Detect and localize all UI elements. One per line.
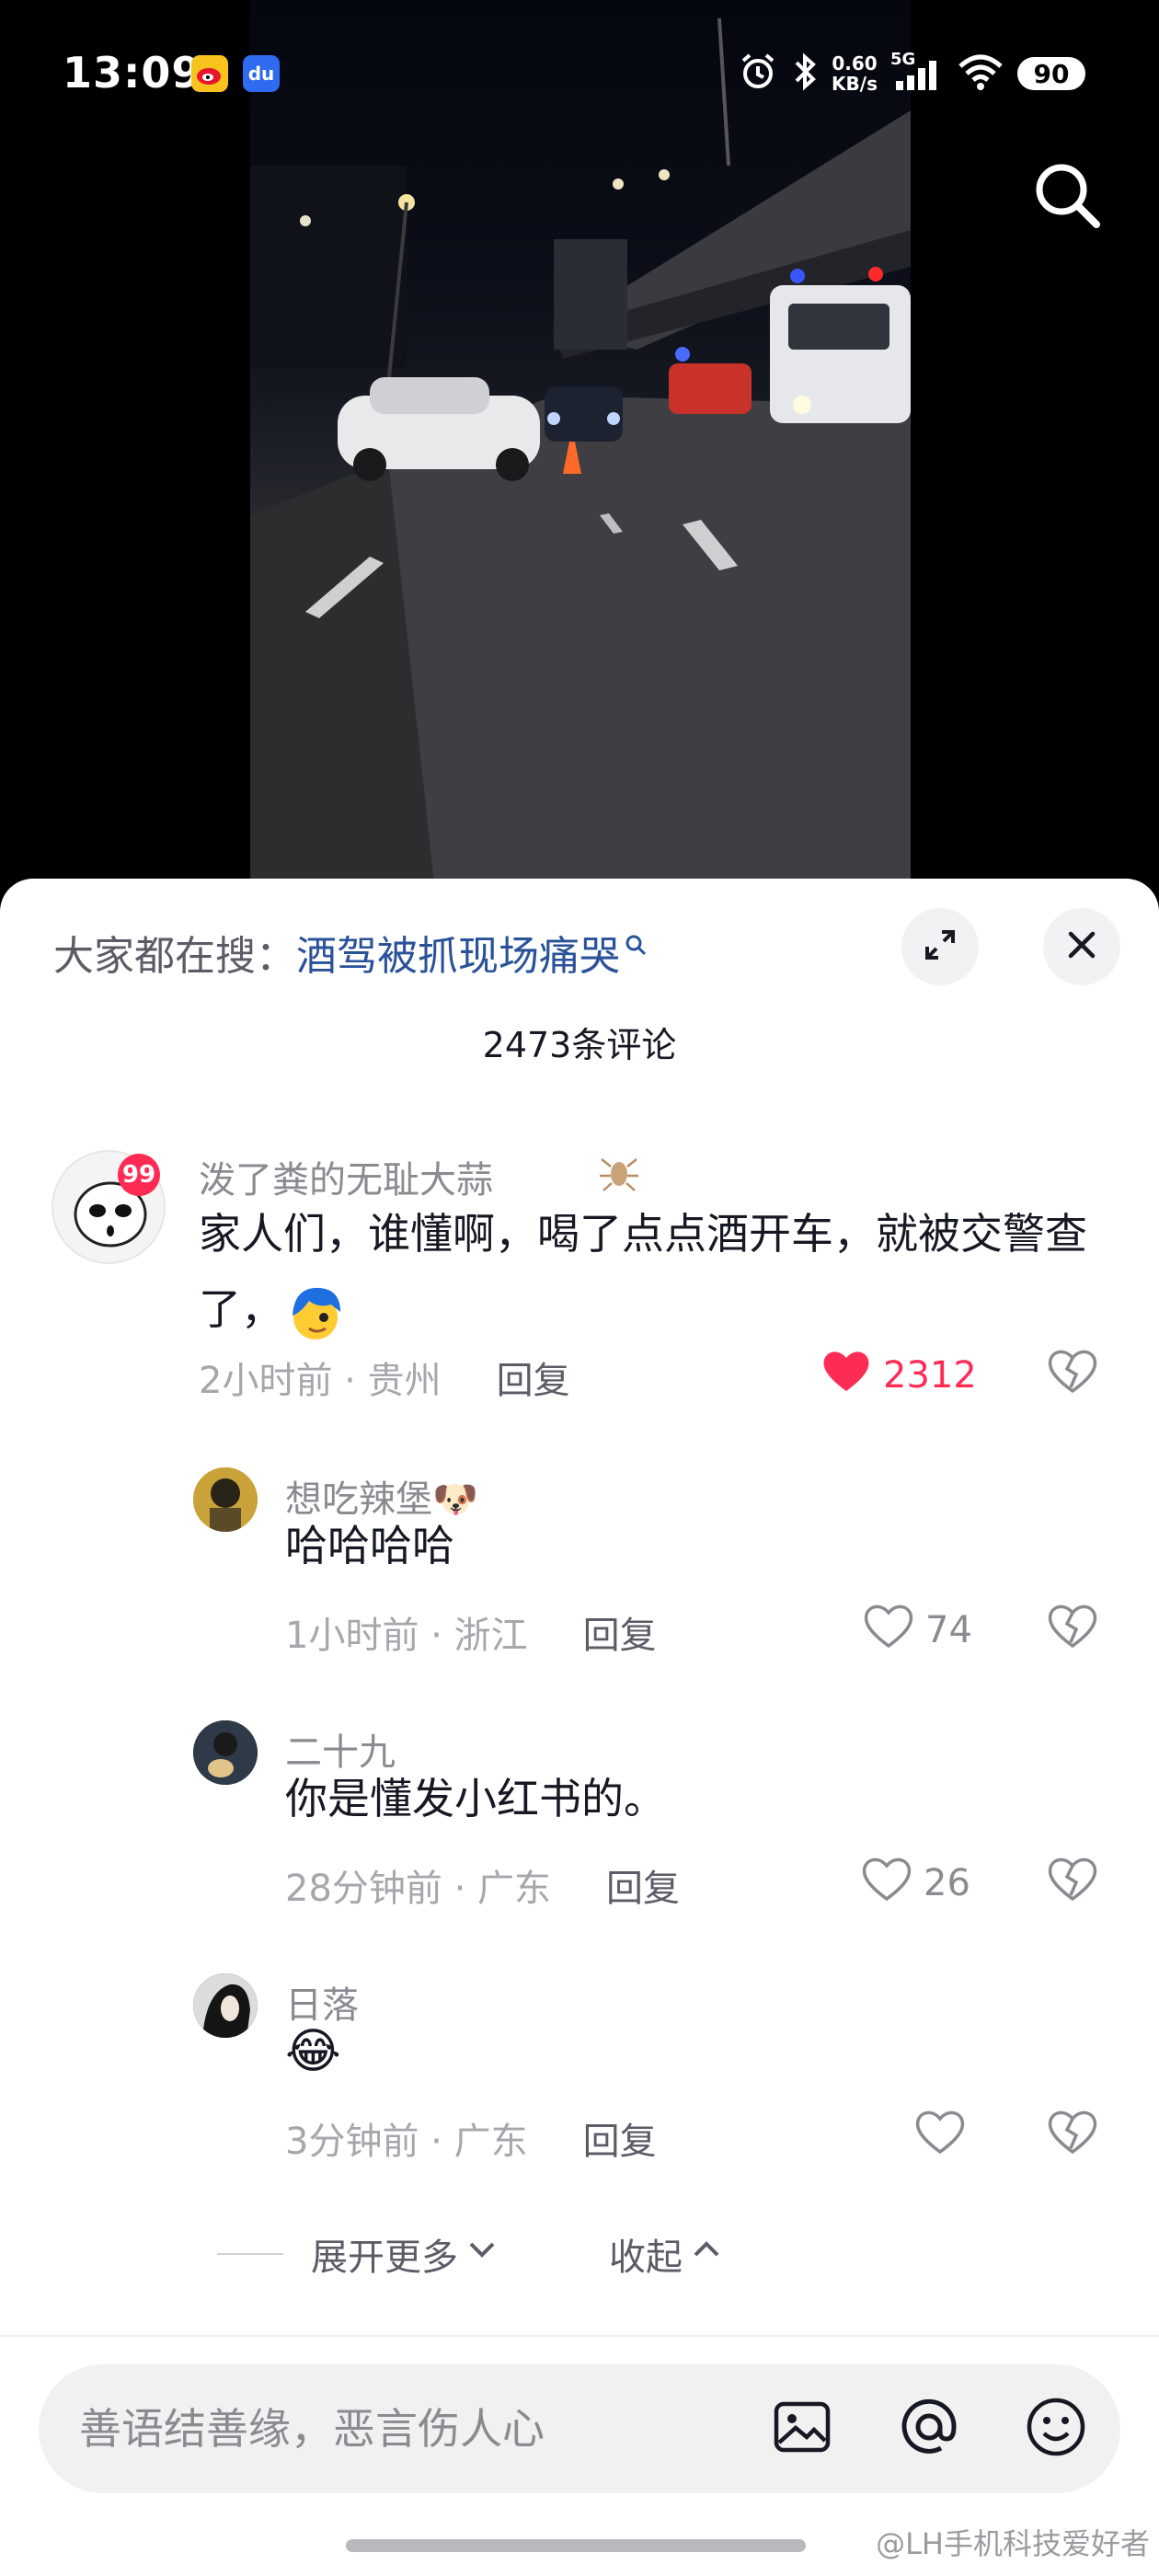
- expand-more-button[interactable]: 展开更多: [311, 2227, 499, 2281]
- broken-heart-icon: [1047, 1347, 1098, 1398]
- comment-input-bar: [39, 2364, 1120, 2493]
- dislike-button[interactable]: [1045, 2106, 1100, 2161]
- like-button[interactable]: 74: [863, 1602, 972, 1659]
- like-count: 74: [925, 1609, 972, 1651]
- reply-button[interactable]: 回复: [583, 1605, 657, 1659]
- comment-item: 99 泼了粪的无耻大蒜 家人们，谁懂啊，喝了点点酒开车，就被交警查了， 2小时前…: [0, 1141, 1159, 1435]
- reply-button[interactable]: 回复: [497, 1351, 570, 1404]
- replies-controls: 展开更多 收起: [217, 2226, 723, 2282]
- trending-search: 大家都在搜： 酒驾被抓现场痛哭: [53, 915, 648, 989]
- chevron-up-icon: [690, 2233, 723, 2275]
- wifi-icon: [957, 52, 1004, 96]
- broken-heart-icon: [1047, 2108, 1098, 2159]
- like-button[interactable]: 2312: [820, 1347, 977, 1404]
- mention-button[interactable]: [892, 2392, 966, 2466]
- reply-button[interactable]: 回复: [606, 1858, 680, 1912]
- reply-item: 想吃辣堡🐶 哈哈哈哈 1小时前 · 浙江 回复 74: [0, 1467, 1159, 1707]
- dislike-button[interactable]: [1045, 1600, 1100, 1655]
- avatar[interactable]: [193, 1467, 258, 1532]
- search-small-icon: [624, 920, 648, 967]
- reply-item: 二十九 你是懂发小红书的。 28分钟前 · 广东 回复 26: [0, 1720, 1159, 1960]
- comment-meta: 28分钟前 · 广东 回复: [285, 1858, 680, 1912]
- comment-count: 2473条评论: [482, 1025, 677, 1065]
- heart-outline-icon: [861, 1855, 912, 1912]
- status-indicators: 0.60 KB/s 5G 90: [738, 48, 1085, 99]
- dislike-button[interactable]: [1045, 1853, 1100, 1908]
- comment-meta: 3分钟前 · 广东 回复: [285, 2111, 657, 2165]
- comment-meta: 2小时前 · 贵州 回复: [199, 1351, 570, 1404]
- comment-input[interactable]: [79, 2364, 723, 2493]
- like-count: 2312: [883, 1354, 977, 1397]
- image-button[interactable]: [765, 2392, 839, 2466]
- comment-time-location: 1小时前 · 浙江: [285, 1615, 528, 1657]
- comment-meta: 1小时前 · 浙江 回复: [285, 1605, 657, 1659]
- like-button[interactable]: 26: [861, 1855, 970, 1912]
- status-time: 13:09: [63, 48, 202, 98]
- like-button[interactable]: [914, 2108, 977, 2165]
- smiley-icon: [1024, 2395, 1088, 2463]
- search-button[interactable]: [1027, 156, 1107, 237]
- video-area[interactable]: 13:09 du 0.60 KB/s 5G 90: [0, 0, 1159, 892]
- collapse-label: 收起: [609, 2237, 683, 2279]
- alarm-icon: [738, 52, 778, 96]
- bug-icon: [594, 1146, 644, 1200]
- chevron-down-icon: [465, 2233, 499, 2275]
- divider-line: [217, 2253, 283, 2255]
- avatar-badge: 99: [118, 1154, 160, 1196]
- comment-text: 家人们，谁懂啊，喝了点点酒开车，就被交警查了，: [199, 1196, 1119, 1347]
- status-bar: 13:09 du 0.60 KB/s 5G 90: [0, 0, 1159, 147]
- close-icon: [1065, 928, 1098, 965]
- search-icon: [1030, 158, 1104, 236]
- image-icon: [772, 2397, 832, 2461]
- comment-text: 哈哈哈哈: [285, 1521, 454, 1570]
- expand-more-label: 展开更多: [311, 2237, 458, 2279]
- expand-panel-button[interactable]: [901, 908, 979, 985]
- close-panel-button[interactable]: [1043, 908, 1120, 985]
- comment-text: 你是懂发小红书的。: [285, 1774, 666, 1823]
- comment-time-location: 28分钟前 · 广东: [285, 1868, 552, 1910]
- expand-icon: [922, 926, 958, 967]
- reply-item: 日落 😂 3分钟前 · 广东 回复: [0, 1973, 1159, 2213]
- baidu-du-icon: du: [243, 55, 280, 92]
- bluetooth-icon: [791, 52, 819, 96]
- comment-time-location: 3分钟前 · 广东: [285, 2121, 528, 2163]
- trending-query-link[interactable]: 酒驾被抓现场痛哭: [296, 923, 620, 982]
- home-indicator[interactable]: [346, 2539, 806, 2552]
- collapse-button[interactable]: 收起: [609, 2227, 723, 2281]
- broken-heart-icon: [1047, 1855, 1098, 1906]
- divider: [0, 2335, 1159, 2337]
- dislike-button[interactable]: [1045, 1345, 1100, 1400]
- cellular-signal-icon: 5G: [890, 50, 944, 94]
- avatar[interactable]: [193, 1973, 258, 2038]
- blue-hair-emoji-icon: [283, 1281, 348, 1345]
- battery-indicator: 90: [1017, 57, 1085, 90]
- reply-button[interactable]: 回复: [583, 2111, 657, 2165]
- watermark: @LH手机科技爱好者: [876, 2526, 1150, 2561]
- broken-heart-icon: [1047, 1602, 1098, 1653]
- at-sign-icon: [897, 2395, 961, 2463]
- network-speed: 0.60 KB/s: [832, 52, 878, 95]
- weibo-icon: [191, 55, 228, 92]
- emoji-button[interactable]: [1019, 2392, 1093, 2466]
- avatar[interactable]: [193, 1720, 258, 1785]
- heart-filled-icon: [820, 1347, 872, 1404]
- heart-outline-icon: [863, 1602, 914, 1659]
- heart-outline-icon: [914, 2108, 966, 2165]
- trending-prefix: 大家都在搜：: [53, 933, 296, 980]
- like-count: 26: [924, 1862, 970, 1904]
- comment-time-location: 2小时前 · 贵州: [199, 1360, 442, 1402]
- comment-text: 😂: [285, 2024, 341, 2079]
